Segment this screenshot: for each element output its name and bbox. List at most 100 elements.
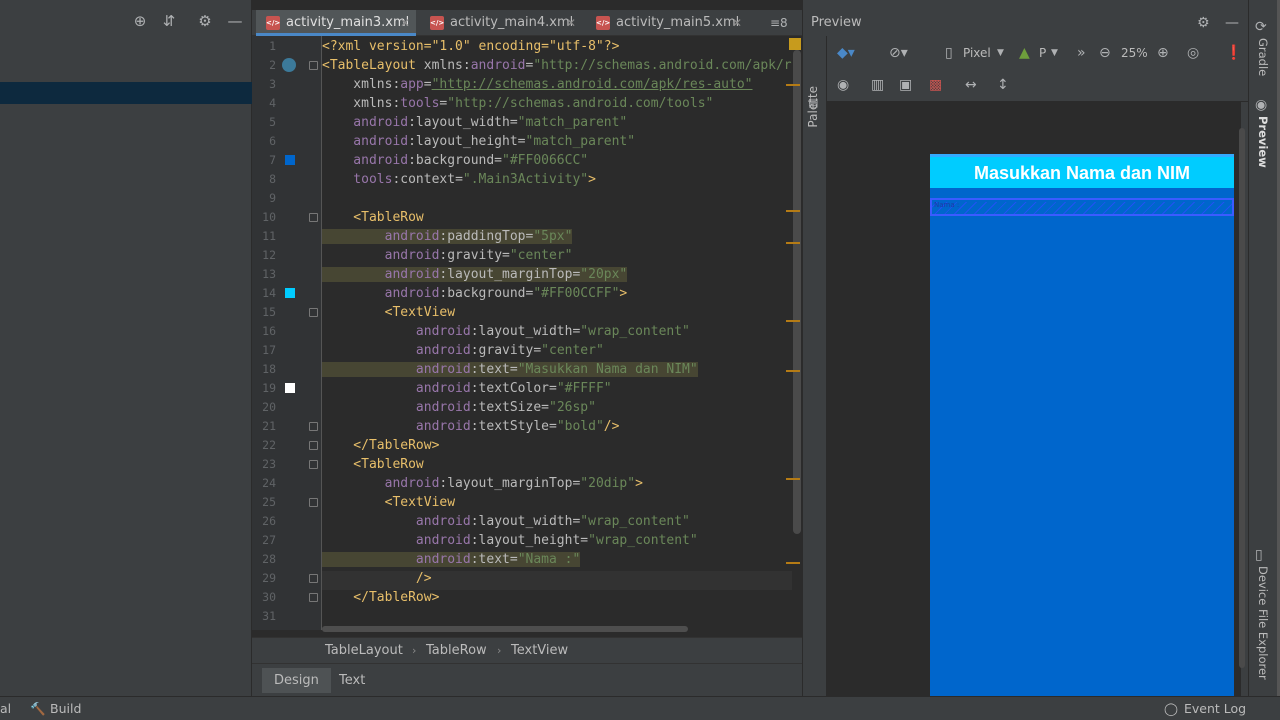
- color-swatch-icon[interactable]: [285, 288, 295, 298]
- gradle-icon[interactable]: ⟳: [1255, 18, 1267, 36]
- fold-icon[interactable]: [309, 213, 318, 222]
- tab-text[interactable]: Text: [327, 668, 377, 693]
- code-line[interactable]: xmlns:tools="http://schemas.android.com/…: [322, 94, 713, 113]
- code-line[interactable]: <?xml version="1.0" encoding="utf-8"?>: [322, 37, 619, 56]
- warning-icon[interactable]: ❗: [1225, 44, 1242, 62]
- code-line[interactable]: android:gravity="center": [322, 341, 604, 360]
- device-icon[interactable]: ▯: [945, 44, 953, 62]
- code-line[interactable]: android:layout_marginTop="20dip">: [322, 474, 643, 493]
- code-line[interactable]: </TableRow>: [322, 588, 439, 607]
- preview-scrollbar[interactable]: [1239, 128, 1245, 668]
- hide-icon[interactable]: —: [1225, 14, 1239, 32]
- breadcrumb-item[interactable]: TableLayout: [325, 638, 403, 664]
- code-line[interactable]: android:textSize="26sp": [322, 398, 596, 417]
- code-line[interactable]: <TableRow: [322, 455, 423, 474]
- fold-icon[interactable]: [309, 574, 318, 583]
- eye-icon[interactable]: ◉: [1255, 96, 1267, 114]
- status-left-text[interactable]: al: [0, 697, 11, 720]
- layers-icon[interactable]: ◆▾: [837, 44, 855, 62]
- breadcrumb-item[interactable]: TextView: [511, 638, 568, 664]
- warning-stripe[interactable]: [786, 242, 800, 244]
- code-line[interactable]: <TextView: [322, 493, 455, 512]
- code-line[interactable]: tools:context=".Main3Activity">: [322, 170, 596, 189]
- device-selector[interactable]: Pixel: [963, 44, 991, 62]
- eye-icon[interactable]: ◉: [837, 76, 849, 94]
- preview-selected-row[interactable]: Nama :: [930, 198, 1234, 216]
- code-line[interactable]: android:layout_height="match_parent": [322, 132, 635, 151]
- fold-icon[interactable]: [309, 460, 318, 469]
- collapse-all-icon[interactable]: ⇵: [160, 12, 178, 30]
- zoom-fit-icon[interactable]: ◎: [1187, 44, 1199, 62]
- warning-stripe[interactable]: [786, 370, 800, 372]
- warning-stripe[interactable]: [786, 320, 800, 322]
- code-line[interactable]: android:gravity="center": [322, 246, 573, 265]
- event-log-tab[interactable]: Event Log: [1184, 697, 1246, 720]
- code-line[interactable]: android:paddingTop="5px": [322, 227, 573, 246]
- code-line[interactable]: android:layout_width="match_parent": [322, 113, 627, 132]
- tab-overflow-button[interactable]: ≡8: [770, 10, 788, 36]
- tab-activity-main4[interactable]: </> activity_main4.xml ✕: [420, 10, 582, 36]
- device-icon[interactable]: ▯: [1255, 546, 1263, 564]
- chevron-down-icon[interactable]: ▼: [997, 44, 1004, 62]
- gear-icon[interactable]: ⚙: [1197, 14, 1210, 32]
- close-icon[interactable]: ✕: [400, 10, 410, 36]
- code-line[interactable]: </TableRow>: [322, 436, 439, 455]
- zoom-out-icon[interactable]: ⊖: [1099, 44, 1111, 62]
- code-line[interactable]: android:layout_marginTop="20px": [322, 265, 628, 284]
- tab-activity-main3[interactable]: </> activity_main3.xml ✕: [256, 10, 416, 36]
- locate-icon[interactable]: ⊕: [131, 12, 149, 30]
- device-file-explorer-tab[interactable]: Device File Explorer: [1256, 566, 1270, 680]
- android-icon[interactable]: ▲: [1019, 44, 1030, 62]
- warning-stripe[interactable]: [786, 478, 800, 480]
- image-icon[interactable]: ▣: [899, 76, 912, 94]
- fold-icon[interactable]: [309, 422, 318, 431]
- fold-icon[interactable]: [309, 498, 318, 507]
- fold-icon[interactable]: [309, 593, 318, 602]
- code-line[interactable]: android:background="#FF0066CC": [322, 151, 588, 170]
- build-tab[interactable]: Build: [50, 697, 81, 720]
- preview-title-row[interactable]: Masukkan Nama dan NIM: [930, 154, 1234, 188]
- project-tree-selected-item[interactable]: [0, 82, 252, 104]
- clear-constraints-icon[interactable]: ▩: [929, 76, 942, 94]
- breadcrumb-item[interactable]: TableRow: [426, 638, 487, 664]
- warning-stripe[interactable]: [786, 562, 800, 564]
- color-swatch-icon[interactable]: [285, 383, 295, 393]
- more-icon[interactable]: »: [1077, 44, 1086, 62]
- code-line[interactable]: android:layout_width="wrap_content": [322, 512, 690, 531]
- design-canvas[interactable]: Masukkan Nama dan NIM Nama :: [827, 102, 1241, 696]
- tab-design[interactable]: Design: [262, 668, 331, 693]
- fold-icon[interactable]: [309, 441, 318, 450]
- hide-icon[interactable]: —: [226, 12, 244, 30]
- code-line[interactable]: android:background="#FF00CCFF">: [322, 284, 628, 303]
- code-line[interactable]: xmlns:app="http://schemas.android.com/ap…: [322, 75, 752, 94]
- close-icon[interactable]: ✕: [566, 10, 576, 36]
- code-line[interactable]: android:layout_width="wrap_content": [322, 322, 690, 341]
- fold-icon[interactable]: [309, 308, 318, 317]
- gear-icon[interactable]: ⚙: [196, 12, 214, 30]
- code-area[interactable]: <?xml version="1.0" encoding="utf-8"?> <T…: [322, 36, 792, 630]
- warning-stripe[interactable]: [786, 210, 800, 212]
- orientation-icon[interactable]: ⊘▾: [889, 44, 908, 62]
- warning-stripe[interactable]: [786, 84, 800, 86]
- device-preview[interactable]: Masukkan Nama dan NIM Nama :: [930, 154, 1234, 696]
- tab-activity-main5[interactable]: </> activity_main5.xml ✕: [586, 10, 748, 36]
- expand-vertical-icon[interactable]: ↕: [997, 76, 1009, 94]
- code-line[interactable]: android:text="Nama :": [322, 550, 581, 569]
- api-selector[interactable]: P: [1039, 44, 1046, 62]
- expand-horizontal-icon[interactable]: ↔: [965, 76, 977, 94]
- code-line[interactable]: android:layout_height="wrap_content": [322, 531, 698, 550]
- class-marker-icon[interactable]: [282, 58, 296, 72]
- warning-indicator-icon[interactable]: [789, 38, 801, 50]
- code-line[interactable]: />: [322, 569, 432, 588]
- close-icon[interactable]: ✕: [732, 10, 742, 36]
- palette-icon[interactable]: ▤: [808, 94, 818, 112]
- blueprint-icon[interactable]: ▥: [871, 76, 884, 94]
- preview-tab[interactable]: Preview: [1256, 116, 1270, 168]
- code-line[interactable]: android:textColor="#FFFF": [322, 379, 612, 398]
- code-line[interactable]: android:textStyle="bold"/>: [322, 417, 620, 436]
- code-line[interactable]: android:text="Masukkan Nama dan NIM": [322, 360, 698, 379]
- code-line[interactable]: <TableLayout xmlns:android="http://schem…: [322, 56, 792, 75]
- gradle-tab[interactable]: Gradle: [1256, 38, 1270, 76]
- fold-icon[interactable]: [309, 61, 318, 70]
- code-line[interactable]: <TextView: [322, 303, 455, 322]
